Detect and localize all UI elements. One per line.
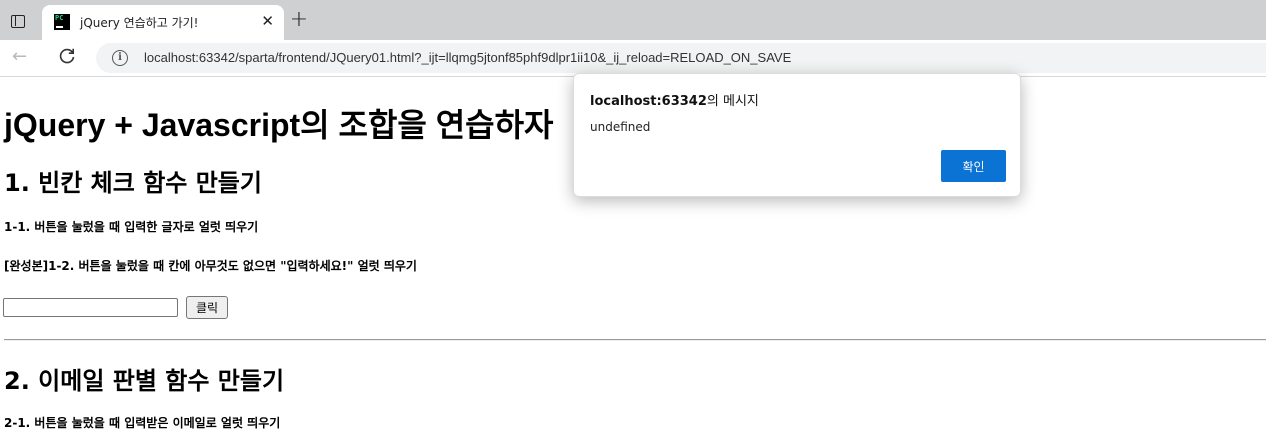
back-icon[interactable]: ←	[12, 46, 27, 67]
reload-icon[interactable]	[57, 46, 77, 66]
section1-task2: [완성본]1-2. 버튼을 눌렀을 때 칸에 아무것도 없으면 "입력하세요!"…	[4, 259, 417, 273]
browser-toolbar: ← i localhost:63342/sparta/frontend/JQue…	[0, 40, 1266, 77]
divider	[4, 339, 1266, 341]
alert-message: undefined	[590, 120, 651, 134]
tab-actions-icon[interactable]	[8, 11, 28, 31]
ok-button[interactable]: 확인	[941, 150, 1006, 182]
page-title: jQuery + Javascript의 조합을 연습하자	[4, 107, 554, 143]
favicon-icon: PC	[54, 14, 70, 30]
alert-dialog: localhost:63342의 메시지 undefined 확인	[573, 73, 1021, 197]
tab-title: jQuery 연습하고 가기!	[80, 16, 199, 30]
close-icon[interactable]: ✕	[261, 12, 274, 30]
click-button[interactable]: 클릭	[186, 296, 228, 319]
url-text[interactable]: localhost:63342/sparta/frontend/JQuery01…	[144, 50, 791, 65]
address-bar[interactable]: i localhost:63342/sparta/frontend/JQuery…	[96, 43, 1266, 73]
alert-origin: localhost:63342	[590, 94, 707, 109]
new-tab-icon[interactable]: +	[288, 9, 310, 31]
section1-task1: 1-1. 버튼을 눌렀을 때 입력한 글자로 얼럿 띄우기	[4, 220, 259, 234]
section1-title: 1. 빈칸 체크 함수 만들기	[4, 169, 262, 197]
section2-title: 2. 이메일 판별 함수 만들기	[4, 367, 285, 395]
browser-tab[interactable]: PC jQuery 연습하고 가기! ✕	[42, 5, 284, 40]
alert-title: localhost:63342의 메시지	[590, 90, 759, 109]
tab-strip: PC jQuery 연습하고 가기! ✕ +	[0, 0, 1266, 40]
text-input[interactable]	[3, 298, 178, 317]
alert-origin-suffix: 의 메시지	[706, 94, 759, 109]
section2-task1: 2-1. 버튼을 눌렀을 때 입력받은 이메일로 얼럿 띄우기	[4, 416, 281, 430]
info-icon[interactable]: i	[112, 50, 128, 66]
